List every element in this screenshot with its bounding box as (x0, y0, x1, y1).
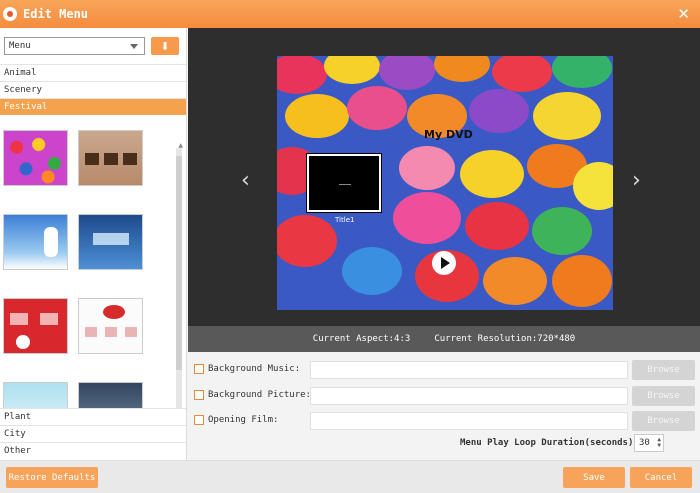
preview-canvas: My DVD Title1 (277, 56, 613, 310)
resolution-text: Current Resolution:720*480 (434, 334, 576, 344)
background-picture-checkbox[interactable] (194, 390, 204, 400)
template-sidebar: Menu ⬇ Animal Scenery Festival ▲ Plant C… (0, 28, 187, 460)
background-music-checkbox[interactable] (194, 364, 204, 374)
template-thumb-strawberry[interactable] (78, 298, 143, 354)
stepper-arrows-icon[interactable]: ▲ ▼ (657, 437, 661, 449)
dropdown-value: Menu (9, 41, 31, 51)
browse-picture-button[interactable]: Browse (632, 386, 695, 406)
category-plant[interactable]: Plant (0, 408, 186, 425)
opening-film-field[interactable] (310, 412, 628, 430)
dvd-title-text[interactable]: My DVD (424, 128, 473, 141)
background-picture-option: Background Picture: (194, 390, 311, 400)
type-select-row: Menu ⬇ (0, 28, 186, 64)
prev-arrow-icon[interactable]: ‹ (241, 168, 250, 193)
category-list-bottom: Plant City Other (0, 408, 186, 459)
download-button[interactable]: ⬇ (151, 37, 179, 55)
menu-preview-area: ‹ › My DVD Title1 (188, 28, 700, 326)
template-thumb-frames[interactable] (78, 130, 143, 186)
window-title: Edit Menu (23, 7, 89, 21)
background-music-field[interactable] (310, 361, 628, 379)
title-bar: Edit Menu ✕ (0, 0, 700, 28)
preview-status-bar: Current Aspect:4:3 Current Resolution:72… (188, 326, 700, 352)
category-animal[interactable]: Animal (0, 64, 186, 81)
loop-duration-value[interactable]: 30 (639, 438, 650, 448)
opening-film-checkbox[interactable] (194, 415, 204, 425)
chapter-thumbnail[interactable] (306, 153, 382, 213)
app-icon (3, 7, 17, 21)
edit-menu-window: Edit Menu ✕ Menu ⬇ Animal Scenery Festiv… (0, 0, 700, 493)
chapter-label[interactable]: Title1 (335, 216, 354, 224)
template-thumb-candy[interactable] (3, 130, 68, 186)
template-thumb-winter[interactable] (3, 214, 68, 270)
close-icon[interactable]: ✕ (677, 5, 690, 23)
menu-options-panel: Background Music: Browse Background Pict… (188, 352, 700, 460)
opening-film-label: Opening Film: (208, 415, 279, 425)
play-icon[interactable] (432, 251, 456, 275)
browse-music-button[interactable]: Browse (632, 360, 695, 380)
background-picture-label: Background Picture: (208, 390, 311, 400)
next-arrow-icon[interactable]: › (632, 168, 641, 193)
template-thumb-red[interactable] (3, 298, 68, 354)
category-festival[interactable]: Festival (0, 98, 186, 115)
menu-type-dropdown[interactable]: Menu (4, 37, 145, 55)
background-music-option: Background Music: (194, 364, 300, 374)
thumbnail-scrollbar[interactable] (176, 148, 182, 418)
loop-duration-stepper[interactable]: 30 ▲ ▼ (634, 434, 664, 452)
scrollbar-thumb[interactable] (176, 156, 182, 370)
chevron-down-icon (130, 43, 138, 49)
template-thumb-christmas[interactable] (78, 214, 143, 270)
scroll-up-icon[interactable]: ▲ (178, 142, 183, 149)
download-icon: ⬇ (160, 39, 170, 53)
loop-duration-label: Menu Play Loop Duration(seconds): (460, 438, 639, 448)
template-thumbnails (0, 125, 187, 437)
cancel-button[interactable]: Cancel (630, 467, 692, 488)
restore-defaults-button[interactable]: Restore Defaults (6, 467, 98, 488)
save-button[interactable]: Save (563, 467, 625, 488)
background-picture-field[interactable] (310, 387, 628, 405)
aspect-text: Current Aspect:4:3 (312, 334, 411, 344)
category-city[interactable]: City (0, 425, 186, 442)
opening-film-option: Opening Film: (194, 415, 278, 425)
background-music-label: Background Music: (208, 364, 301, 374)
footer-bar: Restore Defaults Save Cancel (0, 460, 700, 493)
category-scenery[interactable]: Scenery (0, 81, 186, 98)
category-other[interactable]: Other (0, 442, 186, 459)
browse-film-button[interactable]: Browse (632, 411, 695, 431)
